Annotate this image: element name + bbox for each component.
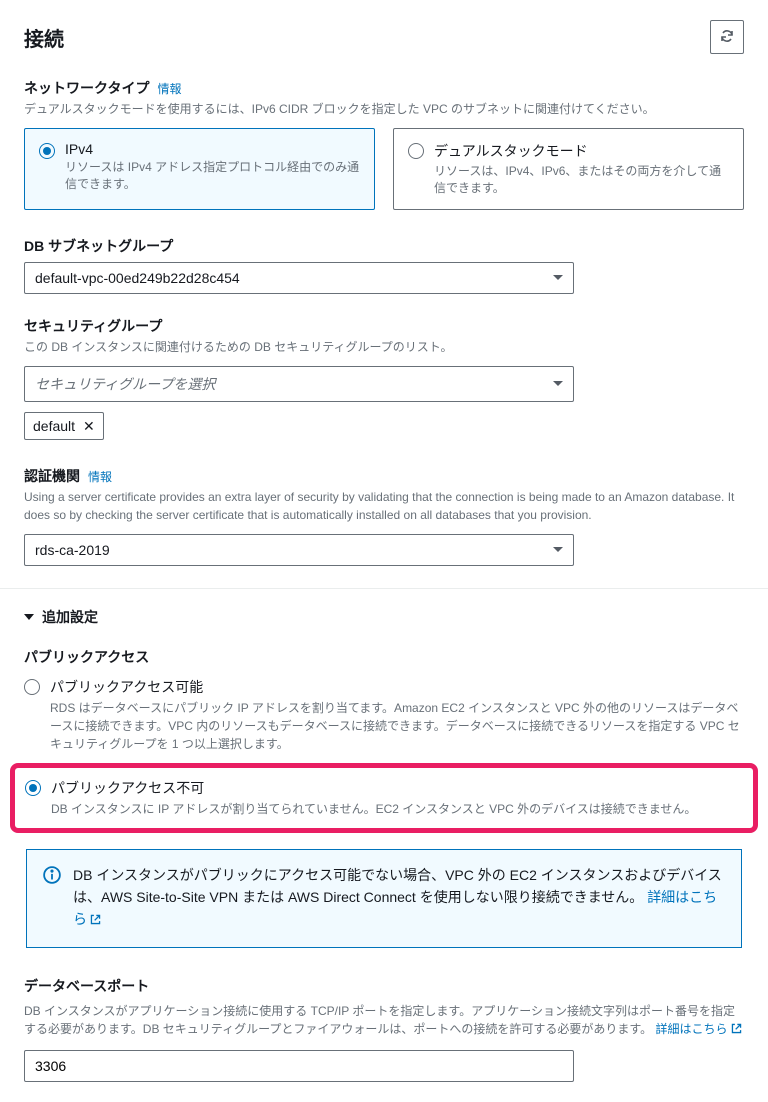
alert-text: DB インスタンスがパブリックにアクセス可能でない場合、VPC 外の EC2 イ… [73,867,722,905]
page-title: 接続 [24,23,64,52]
option-title: パブリックアクセス可能 [50,677,744,697]
public-access-option-yes[interactable]: パブリックアクセス可能 RDS はデータベースにパブリック IP アドレスを割り… [24,673,744,763]
chevron-down-icon [553,275,563,280]
chevron-down-icon [24,614,34,620]
ca-label: 認証機関 [24,466,80,486]
chevron-down-icon [553,547,563,552]
ca-help: Using a server certificate provides an e… [24,488,744,524]
public-access-info-alert: DB インスタンスがパブリックにアクセス可能でない場合、VPC 外の EC2 イ… [26,849,742,948]
db-port-label: データベースポート [24,976,149,996]
additional-settings-toggle[interactable]: 追加設定 [24,607,744,627]
option-title: パブリックアクセス不可 [51,778,743,798]
section-divider [0,588,768,589]
security-group-placeholder: セキュリティグループを選択 [35,374,215,394]
chip-label: default [33,418,75,434]
db-port-input[interactable] [24,1050,574,1082]
public-access-label: パブリックアクセス [24,647,149,667]
ca-info-link[interactable]: 情報 [88,468,112,485]
security-group-label: セキュリティグループ [24,316,162,336]
security-group-chip-default[interactable]: default ✕ [24,412,104,440]
option-desc: リソースは、IPv4、IPv6、またはその両方を介して通信できます。 [434,163,729,197]
option-desc: DB インスタンスに IP アドレスが割り当てられていません。EC2 インスタン… [51,800,743,818]
option-desc: リソースは IPv4 アドレス指定プロトコル経由でのみ通信できます。 [65,159,360,193]
option-title: IPv4 [65,141,360,157]
radio-icon [39,143,55,159]
additional-settings-title: 追加設定 [42,607,98,627]
refresh-button[interactable] [710,20,744,54]
radio-icon [25,780,41,796]
external-link-icon [89,910,102,932]
public-access-option-no[interactable]: パブリックアクセス不可 DB インスタンスに IP アドレスが割り当てられていま… [25,774,743,818]
subnet-group-label: DB サブネットグループ [24,236,173,256]
subnet-group-select[interactable]: default-vpc-00ed249b22d28c454 [24,262,574,294]
refresh-icon [719,28,735,47]
radio-icon [408,143,424,159]
security-group-select[interactable]: セキュリティグループを選択 [24,366,574,402]
subnet-group-value: default-vpc-00ed249b22d28c454 [35,270,240,286]
security-group-help: この DB インスタンスに関連付けるための DB セキュリティグループのリスト。 [24,338,744,356]
network-type-help: デュアルスタックモードを使用するには、IPv6 CIDR ブロックを指定した V… [24,100,744,118]
db-port-help: DB インスタンスがアプリケーション接続に使用する TCP/IP ポートを指定し… [24,1002,744,1040]
option-desc: RDS はデータベースにパブリック IP アドレスを割り当てます。Amazon … [50,699,744,753]
radio-icon [24,679,40,695]
db-port-more-link[interactable]: 詳細はこちら [656,1022,743,1036]
network-type-info-link[interactable]: 情報 [157,80,181,97]
option-title: デュアルスタックモード [434,141,729,161]
ca-select[interactable]: rds-ca-2019 [24,534,574,566]
network-type-option-dualstack[interactable]: デュアルスタックモード リソースは、IPv4、IPv6、またはその両方を介して通… [393,128,744,210]
network-type-label: ネットワークタイプ [24,78,149,98]
ca-value: rds-ca-2019 [35,542,110,558]
chevron-down-icon [553,381,563,386]
network-type-option-ipv4[interactable]: IPv4 リソースは IPv4 アドレス指定プロトコル経由でのみ通信できます。 [24,128,375,210]
info-icon [43,866,61,884]
close-icon[interactable]: ✕ [83,419,95,433]
highlighted-option: パブリックアクセス不可 DB インスタンスに IP アドレスが割り当てられていま… [10,763,758,833]
external-link-icon [730,1022,743,1040]
